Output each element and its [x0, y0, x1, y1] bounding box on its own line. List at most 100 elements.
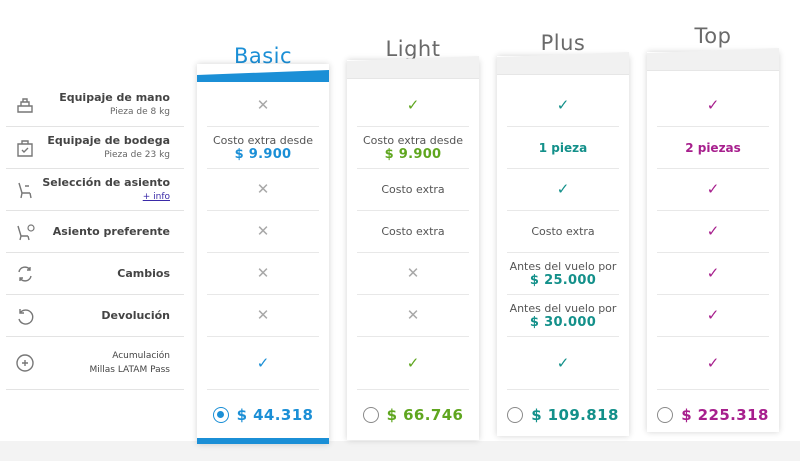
- cross-icon: ✕: [256, 306, 270, 324]
- feature-label: Devolución: [101, 308, 170, 322]
- plan-cell: ✓: [507, 337, 619, 390]
- plan-cell: ✓: [657, 169, 769, 211]
- plan-card-top[interactable]: ✓ 2 piezas ✓ ✓ ✓ ✓ ✓ $ 225.318: [647, 48, 779, 432]
- bottom-band: [0, 441, 800, 461]
- plan-cell: ✓: [507, 169, 619, 211]
- check-icon: ✓: [706, 222, 720, 240]
- price-row[interactable]: $ 109.818: [497, 401, 629, 429]
- cell-text: Costo extra: [381, 182, 445, 196]
- cell-price: $ 9.900: [234, 146, 292, 162]
- plan-title-top: Top: [694, 24, 732, 48]
- plan-price: $ 225.318: [681, 406, 769, 424]
- plan-cell: ✓: [657, 295, 769, 337]
- plan-cell: 2 piezas: [657, 127, 769, 169]
- check-icon: ✓: [706, 264, 720, 282]
- cell-text: Antes del vuelo por: [509, 301, 617, 315]
- feature-row-miles: Acumulación Millas LATAM Pass: [6, 337, 184, 390]
- plan-card-top-bar: [197, 70, 329, 82]
- cross-icon: ✕: [406, 264, 420, 282]
- cross-icon: ✕: [256, 95, 270, 114]
- cell-text: Antes del vuelo por: [509, 259, 617, 273]
- feature-row-changes: Cambios: [6, 253, 184, 295]
- plan-cell: ✓: [357, 337, 469, 390]
- cell-text: Costo extra desde: [362, 133, 464, 147]
- feature-sublabel: Pieza de 8 kg: [110, 107, 170, 117]
- check-icon: ✓: [256, 353, 270, 372]
- feature-row-refund: Devolución: [6, 295, 184, 337]
- plan-cell: Antes del vuelo por $ 30.000: [507, 295, 619, 337]
- checked-bag-icon: [14, 137, 36, 159]
- plan-radio[interactable]: [362, 407, 379, 423]
- feature-row-checked-bag: Equipaje de bodega Pieza de 23 kg: [6, 127, 184, 169]
- plan-cell: ✕: [207, 253, 319, 295]
- plan-cell: ✓: [357, 84, 469, 127]
- cross-icon: ✕: [256, 180, 270, 198]
- check-icon: ✓: [406, 95, 420, 114]
- check-icon: ✓: [556, 180, 570, 198]
- cross-icon: ✕: [256, 222, 270, 240]
- feature-label: Equipaje de mano: [59, 91, 170, 104]
- pieces-text: 2 piezas: [685, 140, 741, 155]
- check-icon: ✓: [556, 353, 570, 372]
- plan-card-plus[interactable]: ✓ 1 pieza ✓ Costo extra Antes del vuelo por $…: [497, 52, 629, 436]
- pieces-text: 1 pieza: [538, 140, 588, 155]
- more-info-link[interactable]: + info: [42, 190, 170, 204]
- plan-price: $ 109.818: [531, 406, 619, 424]
- plan-cell: ✕: [357, 253, 469, 295]
- feature-row-preferred-seat: Asiento preferente: [6, 211, 184, 253]
- plan-card-bottom-bar: [197, 438, 329, 444]
- price-row[interactable]: $ 44.318: [197, 401, 329, 429]
- check-icon: ✓: [406, 353, 420, 372]
- feature-sublabel: Millas LATAM Pass: [89, 365, 170, 375]
- plan-radio[interactable]: [657, 407, 674, 423]
- preferred-seat-icon: [14, 221, 36, 243]
- plan-cell: ✓: [207, 337, 319, 390]
- plan-cell: 1 pieza: [507, 127, 619, 169]
- plan-radio[interactable]: [507, 407, 524, 423]
- feature-label: Asiento preferente: [52, 224, 170, 238]
- plan-cell: ✕: [207, 169, 319, 211]
- plan-radio[interactable]: [212, 407, 229, 423]
- plan-price: $ 44.318: [236, 406, 314, 424]
- cell-price: $ 25.000: [529, 272, 597, 288]
- plan-cell: ✓: [507, 84, 619, 127]
- plan-cell: Antes del vuelo por $ 25.000: [507, 253, 619, 295]
- plan-cell: ✓: [657, 211, 769, 253]
- price-row[interactable]: $ 225.318: [647, 401, 779, 429]
- plan-cell: ✕: [207, 211, 319, 253]
- feature-label: Selección de asiento: [42, 175, 170, 189]
- miles-icon: [14, 352, 36, 374]
- check-icon: ✓: [556, 95, 570, 114]
- hand-luggage-icon: [14, 94, 36, 116]
- feature-label: Cambios: [117, 266, 170, 280]
- cell-text: Costo extra: [381, 224, 445, 238]
- plan-cell: ✕: [207, 84, 319, 127]
- seat-selection-icon: [14, 179, 36, 201]
- plan-price: $ 66.746: [386, 406, 464, 424]
- cell-price: $ 30.000: [529, 314, 597, 330]
- check-icon: ✓: [706, 353, 720, 372]
- plan-card-tab: [647, 48, 779, 71]
- feature-row-seat-selection: Selección de asiento + info: [6, 169, 184, 211]
- plan-cell: ✓: [657, 337, 769, 390]
- plan-card-basic[interactable]: ✕ Costo extra desde $ 9.900 ✕ ✕ ✕ ✕ ✓ $ 44.318: [197, 64, 329, 444]
- plan-card-light[interactable]: ✓ Costo extra desde $ 9.900 Costo extra Cost…: [347, 56, 479, 440]
- cross-icon: ✕: [256, 264, 270, 282]
- cross-icon: ✕: [406, 306, 420, 324]
- cell-text: Costo extra desde: [212, 133, 314, 147]
- feature-row-hand-luggage: Equipaje de mano Pieza de 8 kg: [6, 84, 184, 127]
- plan-cell: Costo extra: [357, 211, 469, 253]
- plan-card-tab: [497, 52, 629, 75]
- plan-cell: Costo extra: [357, 169, 469, 211]
- plan-cell: ✕: [207, 295, 319, 337]
- feature-label: Acumulación: [112, 351, 170, 361]
- plan-cell: Costo extra desde $ 9.900: [207, 127, 319, 169]
- plan-cell: Costo extra: [507, 211, 619, 253]
- feature-label: Equipaje de bodega: [47, 133, 170, 147]
- check-icon: ✓: [706, 95, 720, 114]
- plan-card-tab: [347, 56, 479, 79]
- plan-cell: ✓: [657, 84, 769, 127]
- cell-text: Costo extra: [531, 224, 595, 238]
- plan-cell: ✕: [357, 295, 469, 337]
- price-row[interactable]: $ 66.746: [347, 401, 479, 429]
